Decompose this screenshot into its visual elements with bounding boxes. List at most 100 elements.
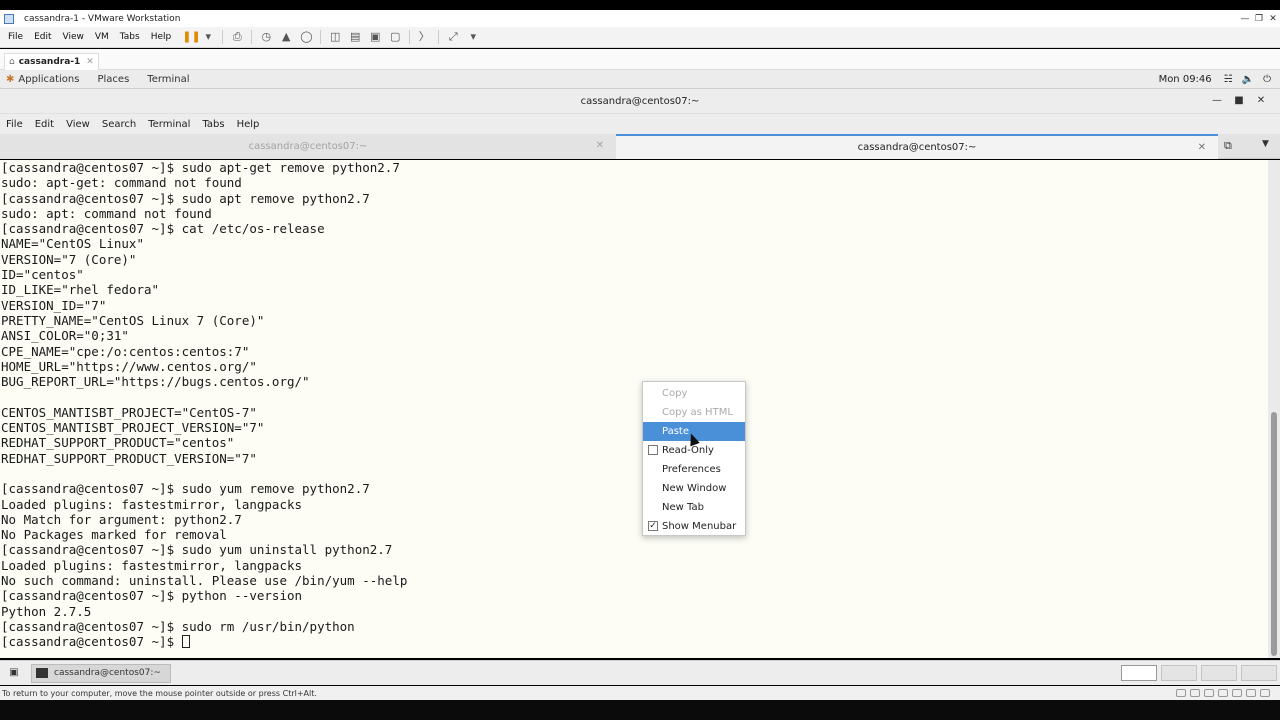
- show-menubar-checkbox[interactable]: ✓: [648, 521, 658, 531]
- workspace-3[interactable]: [1201, 665, 1237, 681]
- terminal-line: [cassandra@centos07 ~]$ sudo yum remove …: [1, 481, 370, 497]
- terminal-tab-1[interactable]: cassandra@centos07:~ ✕: [0, 134, 616, 159]
- vmware-menu-help[interactable]: Help: [151, 32, 172, 42]
- terminal-menu-search[interactable]: Search: [102, 119, 136, 130]
- tab-list-dropdown-icon[interactable]: ▼: [1262, 139, 1269, 149]
- volume-icon[interactable]: 🔈: [1242, 74, 1254, 85]
- show-library-icon[interactable]: ◫: [329, 31, 341, 43]
- display-icon[interactable]: [1260, 689, 1270, 697]
- terminal-menu-file[interactable]: File: [6, 119, 23, 130]
- close-icon[interactable]: ✕: [1250, 95, 1272, 106]
- terminal-line: No Packages marked for removal: [1, 527, 227, 543]
- vm-tab-close-icon[interactable]: ✕: [86, 57, 94, 67]
- menu-item-copy-as-html[interactable]: Copy as HTML: [643, 403, 745, 422]
- vmware-tabbar: ⌂ cassandra-1 ✕: [0, 49, 1280, 70]
- workspace-2[interactable]: [1161, 665, 1197, 681]
- gnome-terminal-menu[interactable]: Terminal: [147, 74, 189, 85]
- menu-item-new-window[interactable]: New Window: [643, 479, 745, 498]
- menu-item-label: Paste: [662, 426, 689, 437]
- terminal-scrollbar[interactable]: [1268, 160, 1280, 658]
- terminal-line: [cassandra@centos07 ~]$ sudo apt-get rem…: [1, 160, 400, 175]
- maximize-icon[interactable]: ■: [1228, 95, 1250, 106]
- terminal-menu-help[interactable]: Help: [237, 119, 260, 130]
- power-icon[interactable]: ⏻: [1263, 74, 1271, 85]
- thumbnail-bar-icon[interactable]: ▤: [349, 31, 361, 43]
- close-icon[interactable]: ✕: [1266, 12, 1280, 26]
- terminal-line: Loaded plugins: fastestmirror, langpacks: [1, 496, 303, 512]
- new-tab-icon[interactable]: ⧉: [1224, 139, 1232, 153]
- hard-disk-icon[interactable]: [1176, 689, 1186, 697]
- scrollbar-thumb[interactable]: [1271, 412, 1277, 656]
- terminal-menu-tabs[interactable]: Tabs: [202, 119, 224, 130]
- terminal-output[interactable]: [cassandra@centos07 ~]$ sudo apt-get rem…: [0, 160, 1268, 658]
- printer-icon[interactable]: [1246, 689, 1256, 697]
- stretch-guest-icon[interactable]: ⤢: [447, 31, 459, 43]
- pause-icon[interactable]: ❚❚: [182, 31, 200, 43]
- send-ctrl-alt-del-icon[interactable]: ⎙: [231, 31, 243, 43]
- cd-drive-icon[interactable]: [1190, 689, 1200, 697]
- gnome-places-menu[interactable]: Places: [97, 74, 129, 85]
- vmware-menu-view[interactable]: View: [63, 32, 84, 42]
- terminal-line: ID_LIKE="rhel fedora": [1, 282, 160, 298]
- terminal-line: CENTOS_MANTISBT_PROJECT_VERSION="7": [1, 420, 265, 436]
- snapshot-icon[interactable]: ◷: [260, 31, 272, 43]
- terminal-menu-view[interactable]: View: [66, 119, 90, 130]
- gnome-clock[interactable]: Mon 09:46: [1159, 74, 1212, 85]
- vmware-menubar: File Edit View VM Tabs Help ❚❚ ▾ ⎙ ◷ ▲ ◯…: [0, 27, 1280, 48]
- vm-tab-cassandra-1[interactable]: ⌂ cassandra-1 ✕: [4, 53, 99, 70]
- terminal-icon: [36, 668, 48, 678]
- minimize-icon[interactable]: —: [1238, 12, 1252, 26]
- terminal-line: CPE_NAME="cpe:/o:centos:centos:7": [1, 343, 250, 359]
- menu-item-preferences[interactable]: Preferences: [643, 460, 745, 479]
- workspace-1[interactable]: [1121, 665, 1157, 681]
- menu-item-label: Preferences: [662, 464, 721, 475]
- vmware-menu-tabs[interactable]: Tabs: [120, 32, 140, 42]
- network-icon[interactable]: ☵: [1224, 74, 1233, 85]
- terminal-tab-2[interactable]: cassandra@centos07:~ ✕: [616, 134, 1218, 159]
- terminal-menu-edit[interactable]: Edit: [35, 119, 54, 130]
- gnome-status-area: Mon 09:46 ☵ 🔈 ⏻: [1159, 74, 1280, 85]
- terminal-prompt: [cassandra@centos07 ~]$: [1, 634, 182, 650]
- terminal-line: CENTOS_MANTISBT_PROJECT="CentOS-7": [1, 404, 257, 420]
- unity-icon[interactable]: ▢: [389, 31, 401, 43]
- minimize-icon[interactable]: —: [1206, 95, 1228, 106]
- terminal-window-controls: — ■ ✕: [1206, 95, 1272, 106]
- workspace-switcher: [1121, 665, 1280, 681]
- terminal-line: VERSION="7 (Core)": [1, 251, 137, 267]
- menu-item-show-menubar[interactable]: ✓ Show Menubar: [643, 517, 745, 536]
- revert-snapshot-icon[interactable]: ▲: [280, 31, 292, 43]
- usb-icon[interactable]: [1218, 689, 1228, 697]
- pause-dropdown-icon[interactable]: ▾: [202, 31, 214, 43]
- terminal-line: PRETTY_NAME="CentOS Linux 7 (Core)": [1, 312, 265, 328]
- tab-close-icon[interactable]: ✕: [596, 140, 604, 151]
- taskbar-item-terminal[interactable]: cassandra@centos07:~: [31, 663, 171, 683]
- stretch-dropdown-icon[interactable]: ▾: [467, 31, 479, 43]
- terminal-window-title: cassandra@centos07:~: [580, 95, 700, 107]
- tab-close-icon[interactable]: ✕: [1198, 142, 1206, 153]
- sound-icon[interactable]: [1232, 689, 1242, 697]
- terminal-tab-label: cassandra@centos07:~: [248, 141, 368, 152]
- maximize-icon[interactable]: ❐: [1252, 12, 1266, 26]
- show-desktop-icon[interactable]: ▣: [7, 666, 21, 680]
- vmware-window-controls: — ❐ ✕: [1238, 12, 1280, 26]
- menu-item-copy[interactable]: Copy: [643, 384, 745, 403]
- terminal-line: [cassandra@centos07 ~]$ sudo yum uninsta…: [1, 542, 393, 558]
- terminal-cursor: [181, 635, 190, 649]
- terminal-context-menu: Copy Copy as HTML Paste Read-Only Prefer…: [642, 381, 746, 536]
- terminal-menu-terminal[interactable]: Terminal: [148, 119, 190, 130]
- console-view-icon[interactable]: 〉: [418, 31, 430, 43]
- snapshot-manager-icon[interactable]: ◯: [300, 31, 312, 43]
- terminal-line: sudo: apt: command not found: [1, 205, 212, 221]
- vmware-menu-file[interactable]: File: [8, 32, 23, 42]
- vmware-menu-edit[interactable]: Edit: [34, 32, 51, 42]
- gnome-top-bar: ✱ Applications Places Terminal Mon 09:46…: [0, 70, 1280, 89]
- menu-item-new-tab[interactable]: New Tab: [643, 498, 745, 517]
- full-screen-icon[interactable]: ▣: [369, 31, 381, 43]
- vmware-menu-vm[interactable]: VM: [95, 32, 109, 42]
- network-adapter-icon[interactable]: [1204, 689, 1214, 697]
- vmware-statusbar: To return to your computer, move the mou…: [0, 686, 1280, 700]
- vmware-app-icon: [4, 13, 14, 24]
- read-only-checkbox[interactable]: [648, 445, 658, 455]
- gnome-applications-menu[interactable]: Applications: [18, 74, 79, 85]
- workspace-4[interactable]: [1241, 665, 1277, 681]
